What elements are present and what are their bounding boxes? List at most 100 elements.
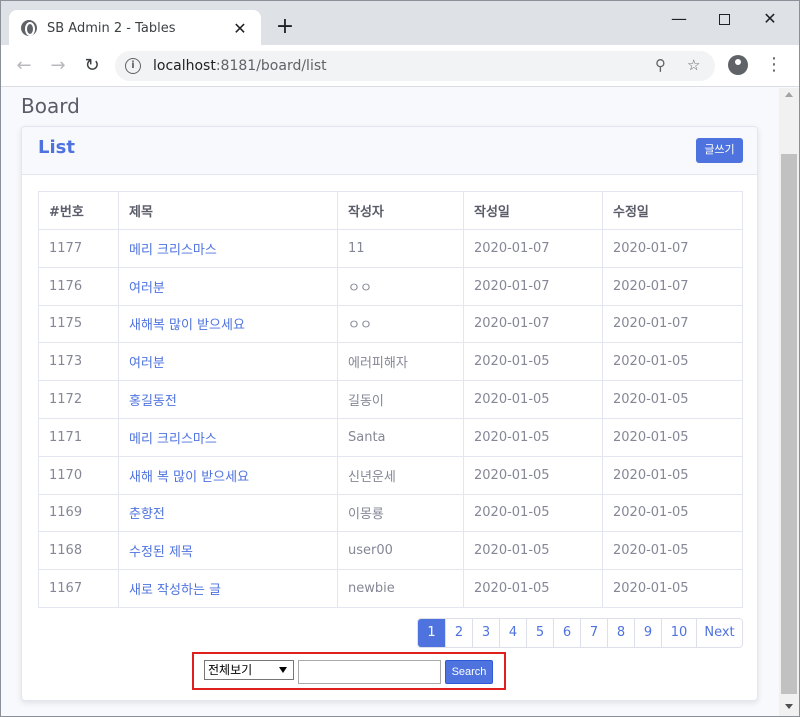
search-keyword-input[interactable] bbox=[298, 660, 441, 684]
cell-updated: 2020-01-05 bbox=[602, 380, 743, 419]
scroll-down-arrow-icon[interactable] bbox=[785, 704, 793, 709]
cell-writer: ㅇㅇ bbox=[337, 266, 464, 306]
search-button[interactable]: Search bbox=[445, 660, 493, 684]
cell-writer: user00 bbox=[337, 531, 464, 571]
table-row: 1175 새해복 많이 받으세요 ㅇㅇ 2020-01-07 2020-01-0… bbox=[38, 304, 743, 344]
bookmark-star-icon[interactable]: ☆ bbox=[687, 56, 700, 74]
pagination: 1 2 3 4 5 6 7 8 9 10 Next bbox=[417, 618, 743, 648]
new-tab-button[interactable]: + bbox=[273, 16, 297, 40]
cell-title: 새로 작성하는 글 bbox=[118, 569, 338, 608]
post-title-link[interactable]: 새해 복 많이 받으세요 bbox=[129, 470, 249, 485]
table-row: 1168 수정된 제목 user00 2020-01-05 2020-01-05 bbox=[38, 531, 743, 571]
maximize-button[interactable] bbox=[701, 5, 747, 33]
cell-created: 2020-01-07 bbox=[463, 266, 603, 306]
post-title-link[interactable]: 메리 크리스마스 bbox=[129, 243, 217, 258]
globe-icon bbox=[21, 20, 37, 36]
cell-title: 수정된 제목 bbox=[118, 531, 338, 571]
cell-title: 새해 복 많이 받으세요 bbox=[118, 455, 338, 495]
cell-title: 춘향전 bbox=[118, 493, 338, 533]
cell-title: 홍길동전 bbox=[118, 380, 338, 419]
table-row: 1176 여러분 ㅇㅇ 2020-01-07 2020-01-07 bbox=[38, 266, 743, 306]
url-host: localhost bbox=[153, 58, 216, 74]
list-card: List 글쓰기 #번호 제목 작성자 작성일 수정일 1177 메리 크리스마… bbox=[21, 126, 758, 701]
page-link-10[interactable]: 10 bbox=[661, 619, 696, 647]
board-table: #번호 제목 작성자 작성일 수정일 1177 메리 크리스마스 11 2020… bbox=[38, 191, 743, 608]
cell-number: 1169 bbox=[38, 493, 119, 533]
post-title-link[interactable]: 홍길동전 bbox=[129, 394, 177, 409]
next-page-link[interactable]: Next bbox=[696, 619, 742, 647]
cell-number: 1167 bbox=[38, 569, 119, 608]
cell-title: 여러분 bbox=[118, 266, 338, 306]
cell-writer: 11 bbox=[337, 229, 464, 268]
post-title-link[interactable]: 춘향전 bbox=[129, 507, 165, 522]
cell-number: 1173 bbox=[38, 342, 119, 382]
table-row: 1167 새로 작성하는 글 newbie 2020-01-05 2020-01… bbox=[38, 569, 743, 608]
post-title-link[interactable]: 새로 작성하는 글 bbox=[129, 583, 221, 598]
header-created: 작성일 bbox=[463, 191, 603, 230]
post-title-link[interactable]: 여러분 bbox=[129, 281, 165, 296]
maximize-icon bbox=[718, 14, 730, 25]
search-type-select[interactable]: 전체보기 bbox=[204, 660, 294, 680]
profile-icon[interactable] bbox=[728, 55, 748, 75]
table-row: 1173 여러분 에러피해자 2020-01-05 2020-01-05 bbox=[38, 342, 743, 382]
browser-tab[interactable]: SB Admin 2 - Tables ✕ bbox=[9, 10, 261, 46]
table-header-row: #번호 제목 작성자 작성일 수정일 bbox=[38, 191, 743, 230]
cell-updated: 2020-01-07 bbox=[602, 304, 743, 344]
scroll-thumb[interactable] bbox=[781, 154, 797, 694]
card-title: List bbox=[38, 137, 75, 158]
close-window-button[interactable]: ✕ bbox=[747, 5, 793, 33]
cell-updated: 2020-01-05 bbox=[602, 342, 743, 382]
info-icon[interactable]: i bbox=[125, 58, 141, 74]
scroll-up-arrow-icon[interactable] bbox=[785, 92, 793, 97]
dropdown-arrow-icon bbox=[279, 667, 287, 673]
menu-dots-icon[interactable]: ⋮ bbox=[765, 54, 783, 76]
page-link-7[interactable]: 7 bbox=[580, 619, 607, 647]
page-title: Board bbox=[21, 94, 80, 118]
cell-created: 2020-01-05 bbox=[463, 493, 603, 533]
cell-created: 2020-01-05 bbox=[463, 455, 603, 495]
zoom-icon[interactable]: ⚲ bbox=[655, 56, 666, 74]
page-link-1[interactable]: 1 bbox=[418, 619, 445, 647]
header-updated: 수정일 bbox=[602, 191, 743, 230]
page-link-6[interactable]: 6 bbox=[553, 619, 580, 647]
cell-number: 1168 bbox=[38, 531, 119, 571]
back-arrow-icon[interactable]: ← bbox=[11, 53, 37, 79]
post-title-link[interactable]: 새해복 많이 받으세요 bbox=[129, 318, 245, 333]
post-title-link[interactable]: 메리 크리스마스 bbox=[129, 432, 217, 447]
cell-title: 여러분 bbox=[118, 342, 338, 382]
cell-number: 1170 bbox=[38, 455, 119, 495]
header-number: #번호 bbox=[38, 191, 119, 230]
reload-icon[interactable]: ↻ bbox=[79, 53, 105, 79]
address-bar[interactable]: i localhost:8181/board/list ⚲ ☆ bbox=[115, 51, 715, 81]
cell-updated: 2020-01-05 bbox=[602, 531, 743, 571]
cell-created: 2020-01-05 bbox=[463, 417, 603, 457]
close-tab-icon[interactable]: ✕ bbox=[231, 19, 249, 38]
cell-writer: ㅇㅇ bbox=[337, 304, 464, 344]
vertical-scrollbar[interactable] bbox=[779, 88, 799, 716]
cell-updated: 2020-01-05 bbox=[602, 417, 743, 457]
cell-updated: 2020-01-07 bbox=[602, 229, 743, 268]
forward-arrow-icon[interactable]: → bbox=[45, 53, 71, 79]
cell-number: 1171 bbox=[38, 417, 119, 457]
browser-window: SB Admin 2 - Tables ✕ + — ✕ ← → ↻ i loca… bbox=[0, 0, 800, 717]
browser-toolbar: ← → ↻ i localhost:8181/board/list ⚲ ☆ ⋮ bbox=[1, 45, 799, 87]
post-title-link[interactable]: 여러분 bbox=[129, 356, 165, 371]
page-link-9[interactable]: 9 bbox=[634, 619, 661, 647]
cell-created: 2020-01-05 bbox=[463, 531, 603, 571]
page-link-3[interactable]: 3 bbox=[472, 619, 499, 647]
write-post-button[interactable]: 글쓰기 bbox=[696, 138, 743, 163]
page-link-2[interactable]: 2 bbox=[445, 619, 472, 647]
page-link-4[interactable]: 4 bbox=[499, 619, 526, 647]
tab-title: SB Admin 2 - Tables bbox=[47, 20, 176, 36]
cell-number: 1175 bbox=[38, 304, 119, 344]
cell-writer: 신년운세 bbox=[337, 455, 464, 495]
post-title-link[interactable]: 수정된 제목 bbox=[129, 545, 193, 560]
search-form: 전체보기 Search bbox=[192, 652, 506, 690]
page-link-8[interactable]: 8 bbox=[607, 619, 634, 647]
card-header: List 글쓰기 bbox=[22, 127, 757, 175]
cell-title: 메리 크리스마스 bbox=[118, 417, 338, 457]
tab-strip: SB Admin 2 - Tables ✕ + — ✕ bbox=[1, 1, 799, 46]
minimize-button[interactable]: — bbox=[656, 5, 702, 33]
cell-number: 1172 bbox=[38, 380, 119, 419]
page-link-5[interactable]: 5 bbox=[526, 619, 553, 647]
